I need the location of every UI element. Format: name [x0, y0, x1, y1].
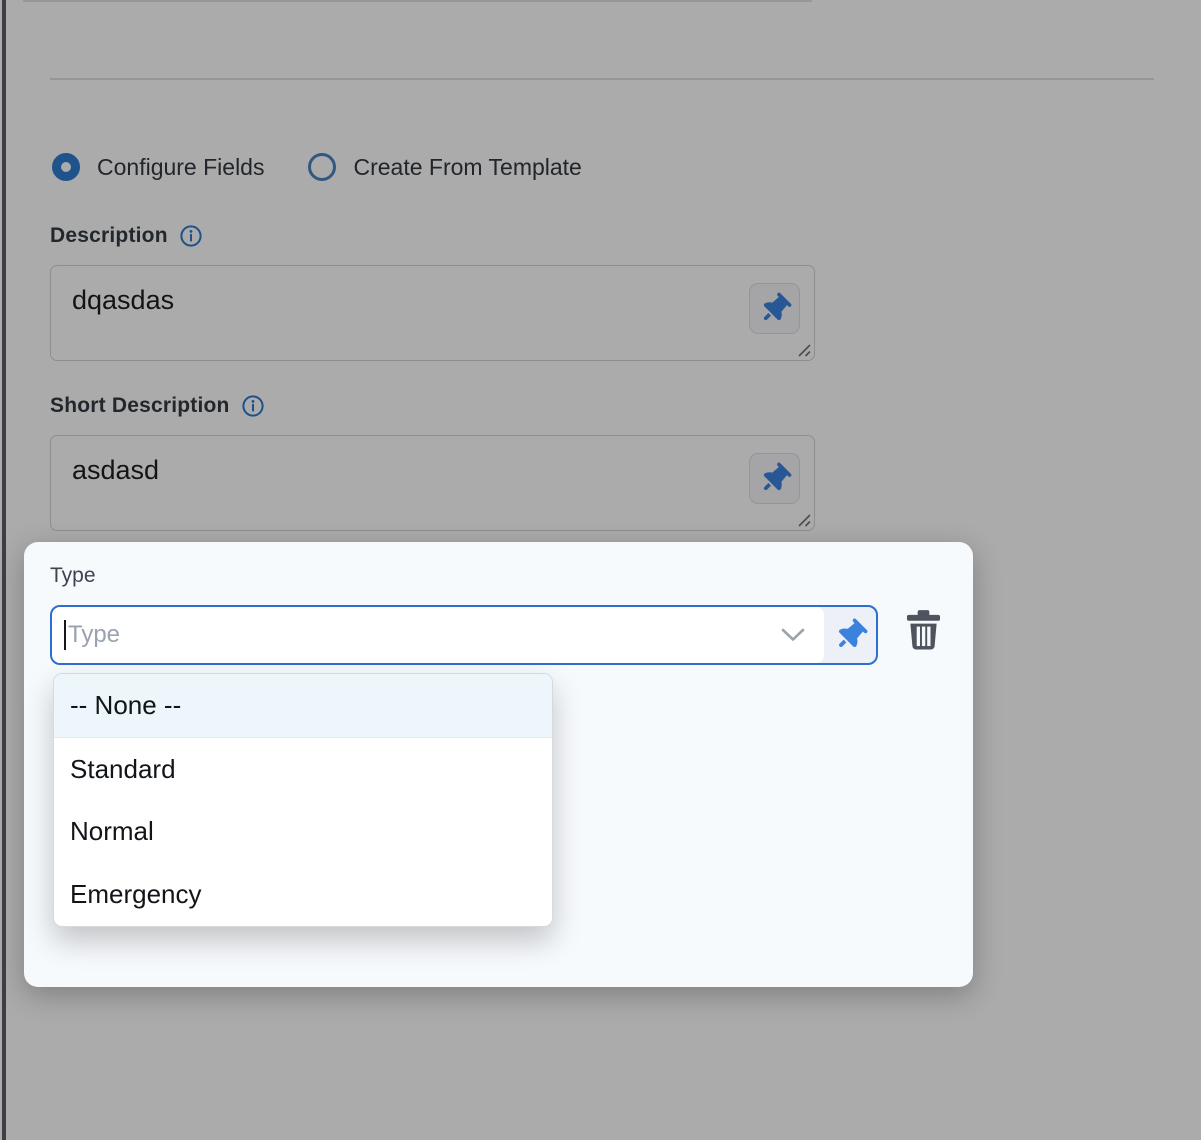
pushpin-icon	[837, 620, 864, 651]
type-combobox-input-area	[52, 607, 824, 663]
type-pin-button[interactable]	[824, 607, 876, 663]
type-field-spotlight-card: Type	[24, 542, 973, 987]
type-label: Type	[50, 564, 96, 588]
type-dropdown-listbox: -- None -- Standard Normal Emergency	[53, 673, 553, 927]
type-combobox-input[interactable]	[52, 607, 824, 663]
delete-field-button[interactable]	[900, 606, 946, 654]
screen: Configure Fields Create From Template De…	[0, 0, 1201, 1140]
type-combobox	[50, 605, 878, 665]
dropdown-option-normal[interactable]: Normal	[54, 801, 552, 864]
text-caret	[64, 620, 66, 650]
chevron-down-icon[interactable]	[779, 627, 807, 644]
trash-icon	[906, 610, 941, 650]
dropdown-option-none[interactable]: -- None --	[54, 674, 552, 738]
dropdown-option-emergency[interactable]: Emergency	[54, 863, 552, 926]
dropdown-option-standard[interactable]: Standard	[54, 738, 552, 801]
